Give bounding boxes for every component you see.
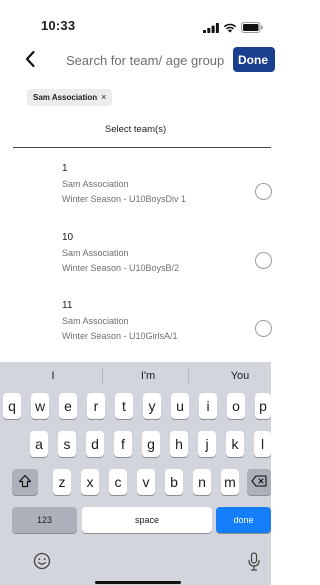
divider xyxy=(13,147,271,148)
team-association: Sam Association xyxy=(62,316,129,326)
key-a[interactable]: a xyxy=(30,431,48,457)
section-title: Select team(s) xyxy=(104,124,167,135)
suggestion-bar: I I'm You xyxy=(0,362,271,390)
key-r[interactable]: r xyxy=(87,393,105,419)
key-s[interactable]: s xyxy=(58,431,76,457)
key-n[interactable]: n xyxy=(193,469,211,495)
shift-key[interactable] xyxy=(12,469,38,495)
space-key[interactable]: space xyxy=(82,507,212,533)
numbers-key[interactable]: 123 xyxy=(12,507,77,533)
status-bar: 10:33 xyxy=(0,0,271,44)
close-icon[interactable]: × xyxy=(101,93,106,102)
team-list-item[interactable]: 10 Sam Association Winter Season - U10Bo… xyxy=(0,232,272,304)
back-button[interactable] xyxy=(18,48,42,74)
key-h[interactable]: h xyxy=(170,431,188,457)
key-v[interactable]: v xyxy=(137,469,155,495)
key-w[interactable]: w xyxy=(31,393,49,419)
key-c[interactable]: c xyxy=(109,469,127,495)
chevron-left-icon xyxy=(24,50,36,73)
team-season: Winter Season - U10BoysB/2 xyxy=(62,263,180,273)
key-d[interactable]: d xyxy=(86,431,104,457)
key-e[interactable]: e xyxy=(59,393,77,419)
team-radio-button[interactable] xyxy=(255,183,272,200)
backspace-icon xyxy=(251,474,267,490)
key-l[interactable]: l xyxy=(254,431,271,457)
key-o[interactable]: o xyxy=(227,393,245,419)
team-season: Winter Season - U10GirlsA/1 xyxy=(62,331,178,341)
key-x[interactable]: x xyxy=(81,469,99,495)
suggestion-separator xyxy=(188,368,189,384)
signal-bars-icon xyxy=(203,20,219,38)
key-b[interactable]: b xyxy=(165,469,183,495)
team-number: 11 xyxy=(62,300,73,311)
key-f[interactable]: f xyxy=(114,431,132,457)
keyboard: I I'm You q w e r t y u i o p a s d f g … xyxy=(0,362,271,585)
key-j[interactable]: j xyxy=(198,431,216,457)
key-y[interactable]: y xyxy=(143,393,161,419)
team-radio-button[interactable] xyxy=(255,320,272,337)
status-time: 10:33 xyxy=(41,18,76,33)
key-z[interactable]: z xyxy=(53,469,71,495)
key-i[interactable]: i xyxy=(199,393,217,419)
key-q[interactable]: q xyxy=(3,393,21,419)
suggestion-separator xyxy=(102,368,103,384)
suggestion-item[interactable]: You xyxy=(220,370,260,382)
search-header: Done xyxy=(0,44,275,78)
emoji-icon[interactable] xyxy=(32,551,52,571)
key-m[interactable]: m xyxy=(221,469,239,495)
key-g[interactable]: g xyxy=(142,431,160,457)
team-association: Sam Association xyxy=(62,179,129,189)
home-indicator xyxy=(95,581,181,584)
key-p[interactable]: p xyxy=(255,393,271,419)
team-number: 10 xyxy=(62,232,74,243)
team-list-item[interactable]: 1 Sam Association Winter Season - U10Boy… xyxy=(0,163,272,235)
filter-chip-label: Sam Association xyxy=(33,93,98,102)
team-season: Winter Season - U10BoysDiv 1 xyxy=(62,194,187,204)
status-icons xyxy=(203,20,263,38)
key-k[interactable]: k xyxy=(226,431,244,457)
keyboard-done-key[interactable]: done xyxy=(216,507,271,533)
done-button[interactable]: Done xyxy=(233,47,275,72)
team-association: Sam Association xyxy=(62,248,129,258)
team-radio-button[interactable] xyxy=(255,252,272,269)
suggestion-item[interactable]: I'm xyxy=(128,370,168,382)
filter-chip: Sam Association × xyxy=(27,89,113,106)
shift-icon xyxy=(18,474,32,491)
key-u[interactable]: u xyxy=(171,393,189,419)
key-t[interactable]: t xyxy=(115,393,133,419)
microphone-icon[interactable] xyxy=(244,551,264,573)
battery-icon xyxy=(241,20,263,38)
suggestion-item[interactable]: I xyxy=(38,370,68,382)
search-input[interactable] xyxy=(66,51,230,69)
team-number: 1 xyxy=(62,163,68,174)
wifi-icon xyxy=(223,20,237,38)
delete-key[interactable] xyxy=(247,469,271,495)
